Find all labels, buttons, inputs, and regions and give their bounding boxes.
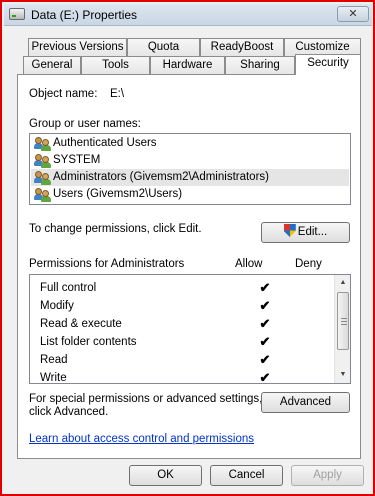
permission-name: Write <box>40 372 67 384</box>
user-group-icon <box>34 188 51 202</box>
user-item-system[interactable]: SYSTEM <box>31 152 349 169</box>
checkmark-icon: ✔ <box>259 370 271 384</box>
permission-row-list-folder-contents: List folder contents ✔ <box>40 333 330 351</box>
user-item-users[interactable]: Users (Givemsm2\Users) <box>31 186 349 203</box>
security-panel: Object name: E:\ Group or user names: Au… <box>17 74 361 459</box>
user-item-authenticated-users[interactable]: Authenticated Users <box>31 135 349 152</box>
checkmark-icon: ✔ <box>259 334 271 349</box>
drive-icon <box>9 8 25 20</box>
permission-name: List folder contents <box>40 336 137 348</box>
user-group-icon <box>34 171 51 185</box>
advanced-button[interactable]: Advanced <box>261 392 350 413</box>
title-bar[interactable]: Data (E:) Properties ✕ <box>4 4 372 26</box>
permissions-header: Permissions for Administrators <box>29 258 185 270</box>
checkmark-icon: ✔ <box>259 352 271 367</box>
tab-tools[interactable]: Tools <box>81 56 150 74</box>
tab-security[interactable]: Security <box>295 54 361 75</box>
scroll-down-arrow-icon[interactable]: ▼ <box>335 367 350 383</box>
ok-button[interactable]: OK <box>129 465 202 486</box>
properties-window: Data (E:) Properties ✕ Previous Versions… <box>0 0 375 496</box>
permission-row-read-execute: Read & execute ✔ <box>40 315 330 333</box>
advanced-hint-line2: click Advanced. <box>29 406 109 418</box>
user-group-icon <box>34 137 51 151</box>
user-name: Users (Givemsm2\Users) <box>53 188 183 200</box>
window-title: Data (E:) Properties <box>31 8 138 22</box>
learn-access-control-link[interactable]: Learn about access control and permissio… <box>29 433 254 445</box>
scroll-thumb[interactable] <box>337 292 349 350</box>
tab-quota[interactable]: Quota <box>127 38 200 56</box>
user-name: SYSTEM <box>53 154 101 166</box>
permission-name: Full control <box>40 282 97 294</box>
checkmark-icon: ✔ <box>259 280 271 295</box>
tab-hardware[interactable]: Hardware <box>150 56 225 74</box>
tab-general[interactable]: General <box>23 56 81 74</box>
user-name: Authenticated Users <box>53 137 157 149</box>
permissions-list[interactable]: Full control ✔ Modify ✔ Read & execute ✔… <box>29 274 351 384</box>
checkmark-icon: ✔ <box>259 298 271 313</box>
permission-row-read: Read ✔ <box>40 351 330 369</box>
close-button[interactable]: ✕ <box>337 6 369 22</box>
scroll-up-arrow-icon[interactable]: ▲ <box>335 275 350 291</box>
users-list[interactable]: Authenticated Users SYSTEM Administrator… <box>29 133 351 205</box>
advanced-hint-line1: For special permissions or advanced sett… <box>29 393 263 405</box>
deny-header: Deny <box>295 258 322 270</box>
tab-readyboost[interactable]: ReadyBoost <box>200 38 284 56</box>
edit-button[interactable]: Edit... <box>261 222 350 243</box>
user-group-icon <box>34 154 51 168</box>
apply-button: Apply <box>291 465 364 486</box>
cancel-button[interactable]: Cancel <box>210 465 283 486</box>
permission-name: Read <box>40 354 68 366</box>
permission-row-write: Write ✔ <box>40 369 330 384</box>
uac-shield-icon <box>283 224 296 237</box>
tab-previous-versions[interactable]: Previous Versions <box>28 38 127 56</box>
permission-row-full-control: Full control ✔ <box>40 279 330 297</box>
permission-name: Read & execute <box>40 318 122 330</box>
user-name: Administrators (Givemsm2\Administrators) <box>53 171 269 183</box>
permissions-scrollbar[interactable]: ▲ ▼ <box>334 275 350 383</box>
tab-sharing[interactable]: Sharing <box>225 56 295 74</box>
user-item-administrators[interactable]: Administrators (Givemsm2\Administrators) <box>31 169 349 186</box>
groups-label: Group or user names: <box>29 118 141 130</box>
object-name-label: Object name: <box>29 88 98 100</box>
permission-name: Modify <box>40 300 74 312</box>
permission-row-modify: Modify ✔ <box>40 297 330 315</box>
edit-button-label: Edit... <box>297 226 328 238</box>
change-permissions-hint: To change permissions, click Edit. <box>29 223 202 235</box>
checkmark-icon: ✔ <box>259 316 271 331</box>
object-name-value: E:\ <box>110 88 125 100</box>
allow-header: Allow <box>235 258 263 270</box>
